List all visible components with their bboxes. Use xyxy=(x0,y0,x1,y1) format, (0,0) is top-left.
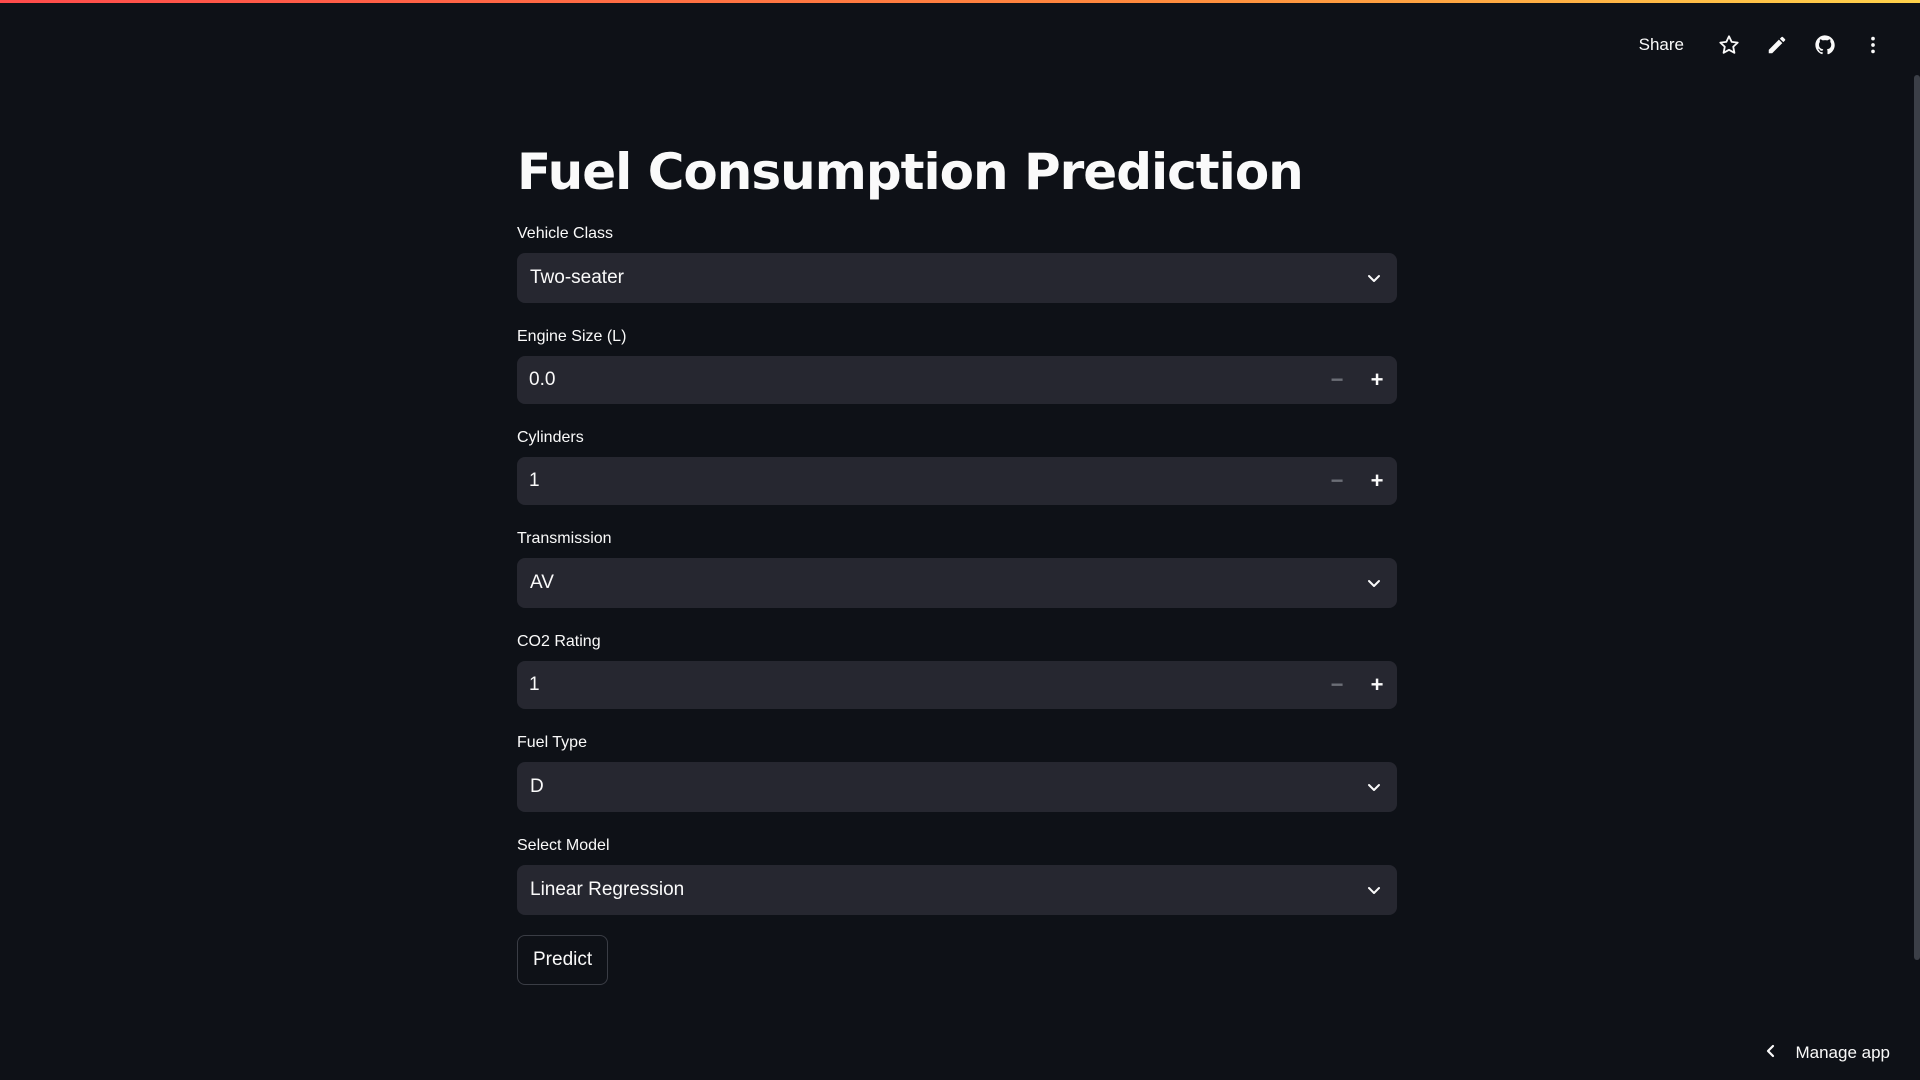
fuel-type-value: D xyxy=(530,776,544,797)
fuel-type-label: Fuel Type xyxy=(517,734,587,751)
cylinders-stepper: − + xyxy=(517,456,1397,506)
vehicle-class-field: Vehicle Class Two-seater xyxy=(517,224,1397,303)
engine-size-stepper: − + xyxy=(517,355,1397,405)
engine-size-decrement-button[interactable]: − xyxy=(1317,356,1357,404)
predict-button[interactable]: Predict xyxy=(517,935,609,985)
vehicle-class-select[interactable]: Two-seater xyxy=(517,253,1397,303)
co2-rating-decrement-button[interactable]: − xyxy=(1317,661,1357,709)
fuel-type-field: Fuel Type D xyxy=(517,733,1397,812)
co2-rating-stepper: − + xyxy=(517,660,1397,710)
chevron-down-icon xyxy=(1365,778,1383,796)
co2-rating-input[interactable] xyxy=(527,660,1317,710)
model-field: Select Model Linear Regression xyxy=(517,836,1397,915)
model-label: Select Model xyxy=(517,837,610,854)
cylinders-stepper-buttons: − + xyxy=(1317,457,1397,505)
co2-rating-increment-button[interactable]: + xyxy=(1357,661,1397,709)
engine-size-increment-button[interactable]: + xyxy=(1357,356,1397,404)
engine-size-label: Engine Size (L) xyxy=(517,328,627,345)
kebab-menu-icon[interactable] xyxy=(1862,34,1884,56)
share-button[interactable]: Share xyxy=(1639,35,1684,55)
engine-size-field: Engine Size (L) − + xyxy=(517,327,1397,405)
transmission-label: Transmission xyxy=(517,530,612,547)
vehicle-class-label: Vehicle Class xyxy=(517,225,614,242)
manage-app-label: Manage app xyxy=(1795,1043,1890,1062)
page-scrollbar[interactable] xyxy=(1914,75,1920,960)
cylinders-decrement-button[interactable]: − xyxy=(1317,457,1357,505)
model-value: Linear Regression xyxy=(530,879,685,900)
transmission-select[interactable]: AV xyxy=(517,558,1397,608)
top-decoration-strip xyxy=(0,0,1920,3)
manage-app-button[interactable]: Manage app xyxy=(1763,1038,1890,1068)
chevron-down-icon xyxy=(1365,269,1383,287)
pencil-icon[interactable] xyxy=(1766,34,1788,56)
vehicle-class-value: Two-seater xyxy=(530,267,624,288)
chevron-down-icon xyxy=(1365,574,1383,592)
co2-rating-field: CO2 Rating − + xyxy=(517,632,1397,710)
cylinders-increment-button[interactable]: + xyxy=(1357,457,1397,505)
cylinders-field: Cylinders − + xyxy=(517,428,1397,506)
app-toolbar: Share xyxy=(1639,28,1884,62)
page-title: Fuel Consumption Prediction xyxy=(517,143,1304,201)
chevron-down-icon xyxy=(1365,881,1383,899)
transmission-value: AV xyxy=(530,572,554,593)
engine-size-input[interactable] xyxy=(527,355,1317,405)
cylinders-input[interactable] xyxy=(527,456,1317,506)
chevron-left-icon xyxy=(1763,1043,1779,1064)
main-content: Fuel Consumption Prediction Vehicle Clas… xyxy=(517,140,1397,985)
co2-rating-stepper-buttons: − + xyxy=(1317,661,1397,709)
transmission-field: Transmission AV xyxy=(517,529,1397,608)
fuel-type-select[interactable]: D xyxy=(517,762,1397,812)
model-select[interactable]: Linear Regression xyxy=(517,865,1397,915)
engine-size-stepper-buttons: − + xyxy=(1317,356,1397,404)
co2-rating-label: CO2 Rating xyxy=(517,633,601,650)
star-icon[interactable] xyxy=(1718,34,1740,56)
github-icon[interactable] xyxy=(1814,34,1836,56)
cylinders-label: Cylinders xyxy=(517,429,584,446)
